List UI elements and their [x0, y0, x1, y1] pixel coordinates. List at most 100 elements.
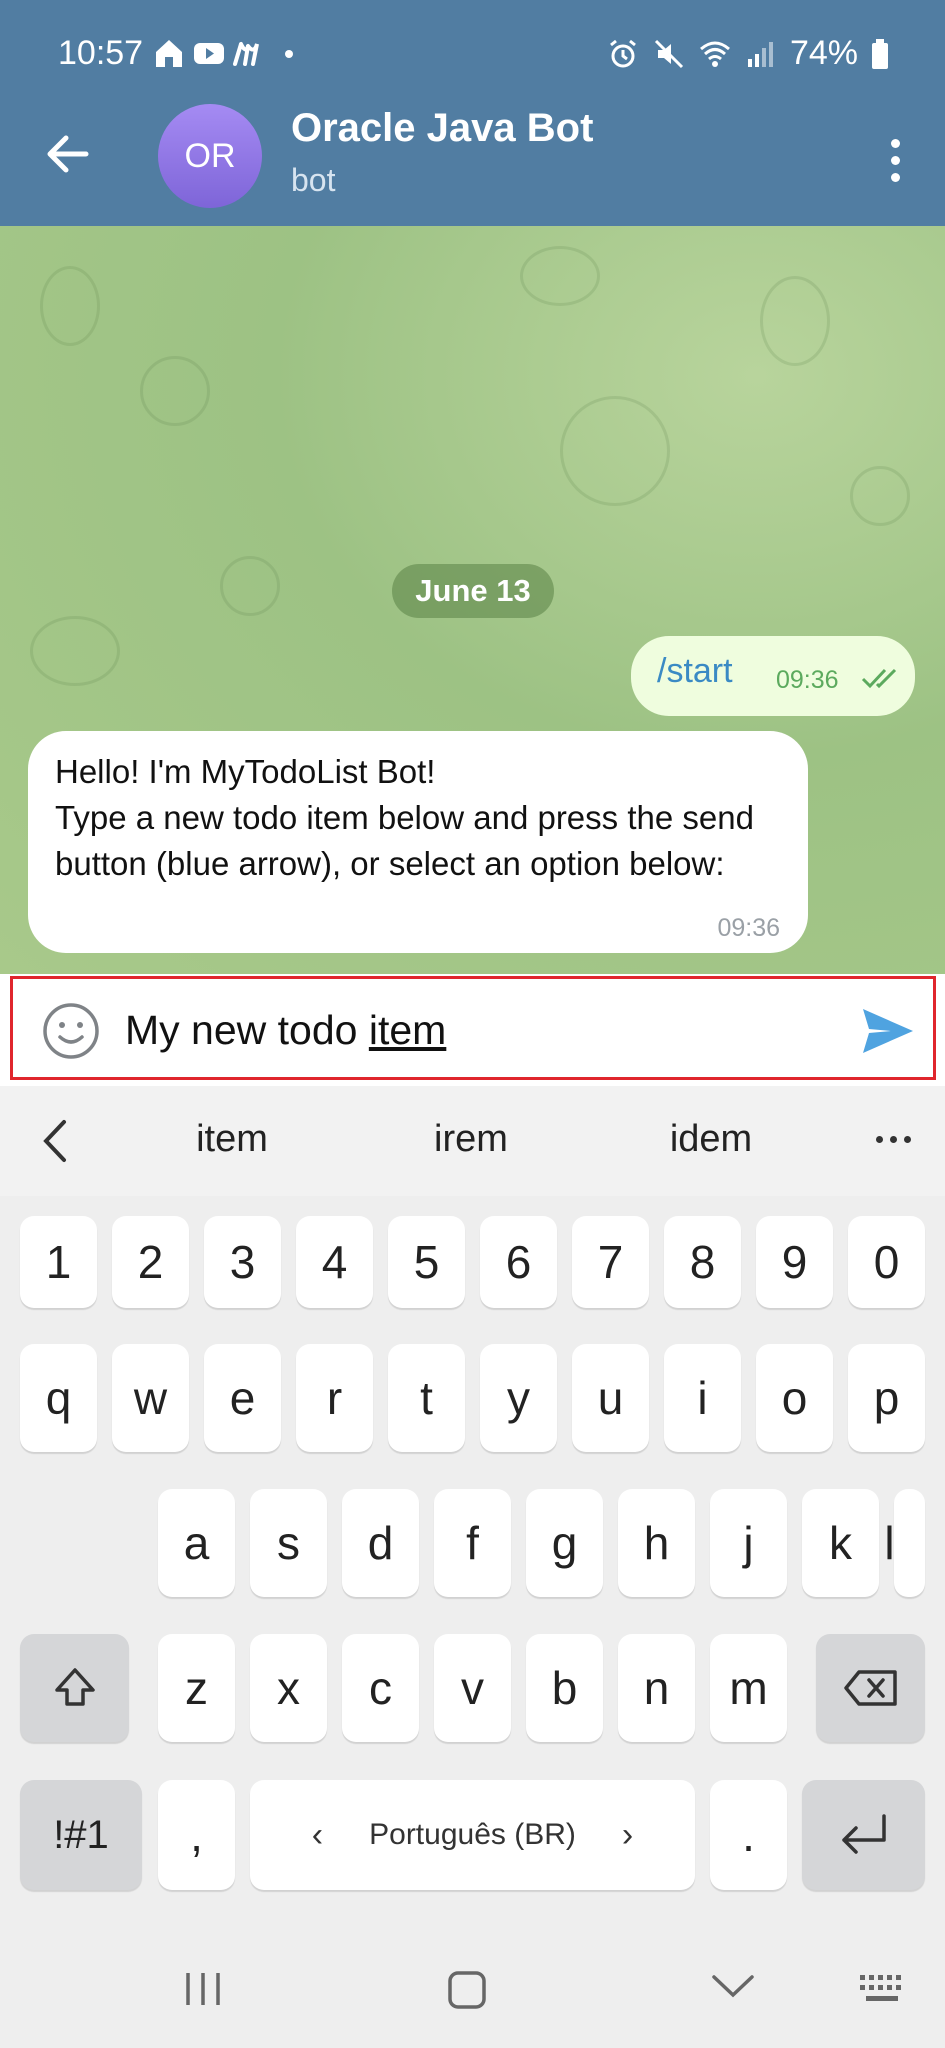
key-5[interactable]: 5 [388, 1216, 465, 1308]
more-suggestions-button[interactable] [865, 1114, 921, 1164]
back-button[interactable] [38, 124, 98, 184]
avatar[interactable]: OR [158, 104, 262, 208]
background-doodle [760, 276, 830, 366]
background-doodle [40, 266, 100, 346]
input-highlight-frame: My new todo item [10, 976, 936, 1080]
key-3[interactable]: 3 [204, 1216, 281, 1308]
shift-key[interactable] [20, 1634, 129, 1742]
key-f[interactable]: f [434, 1489, 511, 1597]
enter-icon [841, 1814, 886, 1854]
outgoing-message[interactable]: /start 09:36 [631, 636, 915, 716]
chat-area: June 13 /start 09:36 Hello! I'm MyTodoLi… [0, 226, 945, 974]
chevron-left-icon[interactable] [36, 1116, 76, 1166]
key-u[interactable]: u [572, 1344, 649, 1452]
incoming-message[interactable]: Hello! I'm MyTodoList Bot! Type a new to… [28, 731, 808, 953]
period-key[interactable]: . [710, 1780, 787, 1890]
key-p[interactable]: p [848, 1344, 925, 1452]
emoji-icon[interactable] [41, 1001, 101, 1061]
space-key[interactable]: ‹ Português (BR) › [250, 1780, 695, 1890]
home-icon [156, 40, 182, 67]
background-doodle [520, 246, 600, 306]
backspace-key[interactable] [816, 1634, 925, 1742]
keyboard-language-label: Português (BR) [369, 1818, 576, 1851]
key-6[interactable]: 6 [480, 1216, 557, 1308]
key-z[interactable]: z [158, 1634, 235, 1742]
key-o[interactable]: o [756, 1344, 833, 1452]
keyboard: 1 2 3 4 5 6 7 8 9 0 q w e r t y u i o p … [0, 1196, 945, 1931]
key-l[interactable]: l [884, 1489, 925, 1597]
symbols-key[interactable]: !#1 [20, 1780, 142, 1890]
chat-header: OR Oracle Java Bot bot [0, 86, 945, 226]
chat-subtitle: bot [291, 162, 336, 198]
key-t[interactable]: t [388, 1344, 465, 1452]
background-doodle [220, 556, 280, 616]
background-doodle [850, 466, 910, 526]
system-navigation-bar [0, 1931, 945, 2048]
chat-title[interactable]: Oracle Java Bot [291, 106, 593, 151]
more-options-button[interactable] [875, 130, 915, 190]
recent-apps-icon[interactable] [180, 1969, 226, 2009]
key-l-label: l [884, 1517, 895, 1569]
battery-percent: 74% [789, 34, 858, 72]
key-m[interactable]: m [710, 1634, 787, 1742]
comma-key[interactable]: , [158, 1780, 235, 1890]
message-input[interactable]: My new todo item [125, 1007, 446, 1054]
arrow-left-icon [47, 135, 89, 173]
key-g[interactable]: g [526, 1489, 603, 1597]
enter-key[interactable] [802, 1780, 925, 1890]
date-chip: June 13 [392, 564, 554, 618]
battery-icon [872, 38, 888, 69]
key-9[interactable]: 9 [756, 1216, 833, 1308]
key-1[interactable]: 1 [20, 1216, 97, 1308]
background-doodle [560, 396, 670, 506]
suggestion-word[interactable]: irem [371, 1118, 571, 1161]
backspace-icon [843, 1670, 897, 1706]
key-e[interactable]: e [204, 1344, 281, 1452]
key-d[interactable]: d [342, 1489, 419, 1597]
key-q[interactable]: q [20, 1344, 97, 1452]
outgoing-message-time: 09:36 [776, 666, 839, 694]
incoming-message-text[interactable]: Hello! I'm MyTodoList Bot! Type a new to… [55, 749, 795, 887]
message-input-bar: My new todo item [0, 974, 945, 1086]
suggestion-word[interactable]: idem [611, 1118, 811, 1161]
key-i[interactable]: i [664, 1344, 741, 1452]
status-system-icons: 74% [606, 34, 890, 73]
key-k[interactable]: k [802, 1489, 879, 1597]
signal-icon [747, 41, 773, 67]
key-s[interactable]: s [250, 1489, 327, 1597]
messaging-app-icon [233, 42, 259, 66]
key-4[interactable]: 4 [296, 1216, 373, 1308]
key-y[interactable]: y [480, 1344, 557, 1452]
input-text-composing: item [368, 1007, 447, 1053]
key-c[interactable]: c [342, 1634, 419, 1742]
key-j[interactable]: j [710, 1489, 787, 1597]
home-button-icon[interactable] [446, 1969, 488, 2011]
suggestion-word[interactable]: item [132, 1118, 332, 1161]
key-a[interactable]: a [158, 1489, 235, 1597]
outgoing-message-text[interactable]: /start [657, 652, 733, 691]
key-7[interactable]: 7 [572, 1216, 649, 1308]
key-r[interactable]: r [296, 1344, 373, 1452]
key-w[interactable]: w [112, 1344, 189, 1452]
key-2[interactable]: 2 [112, 1216, 189, 1308]
send-icon[interactable] [857, 1001, 917, 1061]
key-b[interactable]: b [526, 1634, 603, 1742]
keyboard-switch-icon[interactable] [858, 1969, 908, 2009]
background-doodle [30, 616, 120, 686]
status-time: 10:57 [58, 34, 144, 72]
chevron-right-icon: › [621, 1815, 634, 1854]
background-doodle [140, 356, 210, 426]
wifi-icon [699, 41, 730, 67]
key-h[interactable]: h [618, 1489, 695, 1597]
incoming-message-time: 09:36 [717, 914, 780, 942]
alarm-icon [610, 39, 636, 67]
key-v[interactable]: v [434, 1634, 511, 1742]
status-notification-icons [152, 36, 306, 70]
hide-keyboard-icon[interactable] [710, 1969, 756, 2005]
key-n[interactable]: n [618, 1634, 695, 1742]
key-8[interactable]: 8 [664, 1216, 741, 1308]
key-x[interactable]: x [250, 1634, 327, 1742]
dot-icon [285, 50, 293, 58]
keyboard-suggestion-bar: item irem idem [0, 1086, 945, 1196]
key-0[interactable]: 0 [848, 1216, 925, 1308]
